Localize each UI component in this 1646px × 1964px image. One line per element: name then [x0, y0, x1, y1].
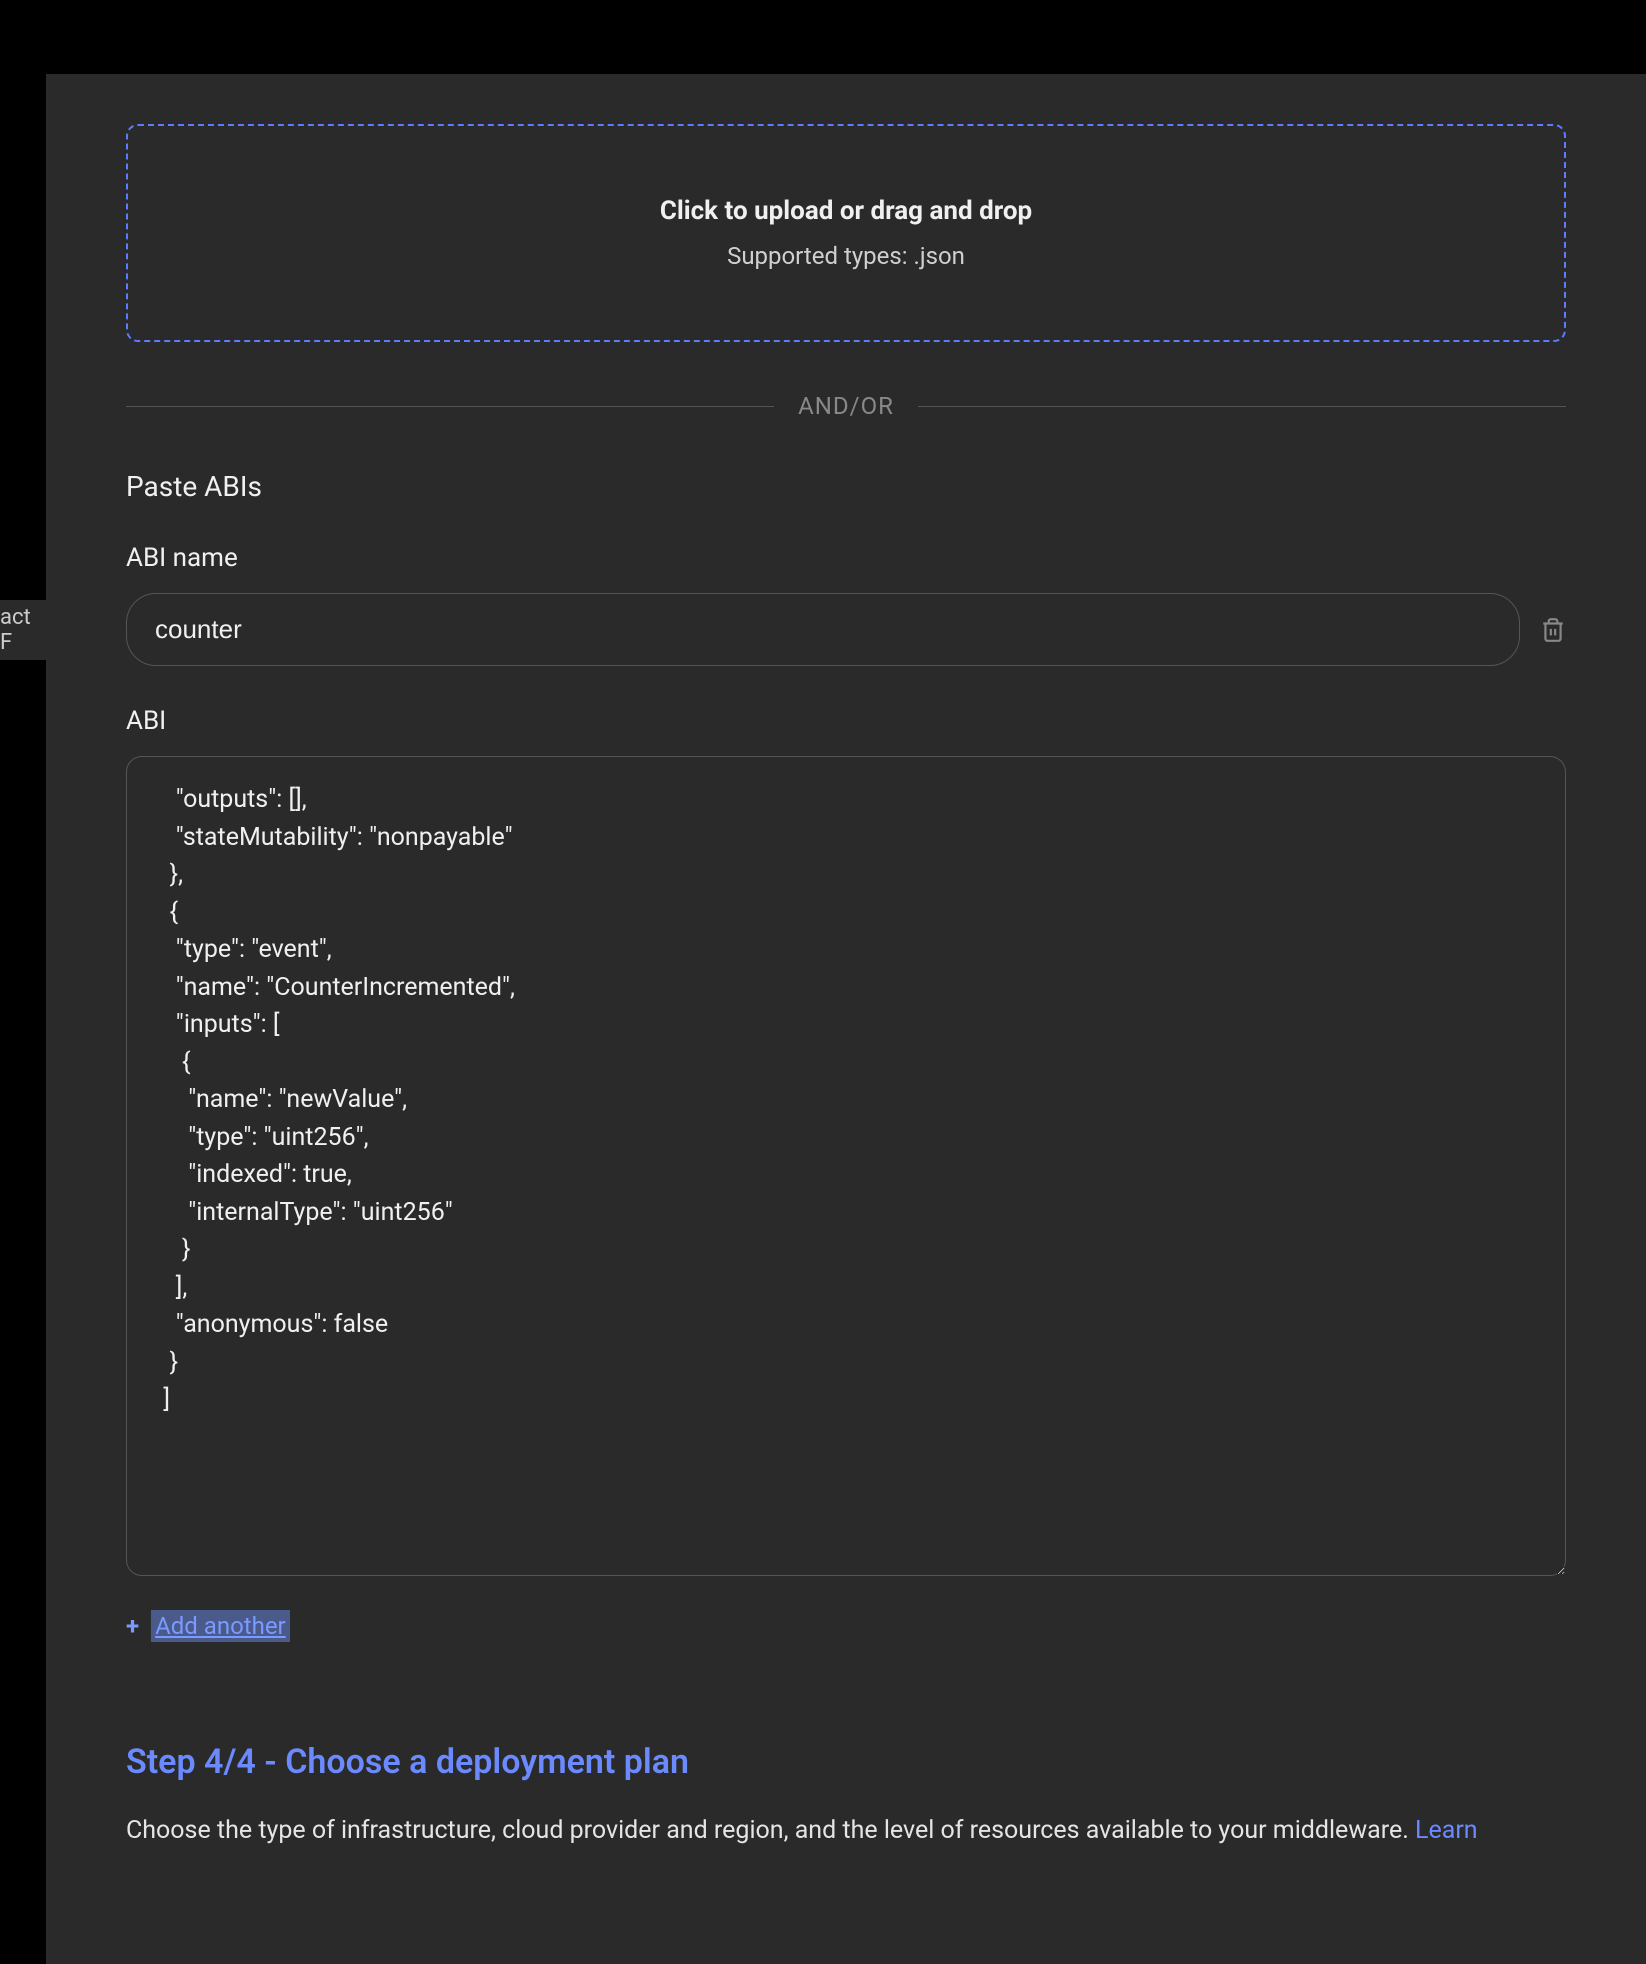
main-content: Click to upload or drag and drop Support…: [46, 0, 1646, 1964]
abi-name-input[interactable]: [126, 593, 1520, 666]
sidebar-partial-text: act F: [0, 605, 42, 655]
paste-abis-title: Paste ABIs: [126, 470, 1566, 503]
trash-icon[interactable]: [1540, 617, 1566, 643]
abi-name-label: ABI name: [126, 543, 1566, 573]
divider-line-left: [126, 406, 774, 407]
divider-line-right: [918, 406, 1566, 407]
abi-textarea[interactable]: [126, 756, 1566, 1576]
divider-text: AND/OR: [774, 392, 918, 420]
upload-dropzone[interactable]: Click to upload or drag and drop Support…: [126, 124, 1566, 342]
sidebar-fragment: act F: [0, 600, 46, 660]
abi-name-row: [126, 593, 1566, 666]
upload-subtitle: Supported types: .json: [148, 242, 1544, 270]
abi-label: ABI: [126, 706, 1566, 736]
plus-icon: +: [126, 1612, 139, 1640]
divider: AND/OR: [126, 392, 1566, 420]
step-4-description-text: Choose the type of infrastructure, cloud…: [126, 1816, 1415, 1845]
add-another-label: Add another: [151, 1610, 290, 1642]
step-4-heading: Step 4/4 - Choose a deployment plan: [126, 1742, 1566, 1782]
top-bar: [46, 0, 1646, 74]
add-another-button[interactable]: + Add another: [126, 1610, 290, 1642]
learn-link[interactable]: Learn: [1415, 1816, 1478, 1845]
upload-title: Click to upload or drag and drop: [148, 196, 1544, 226]
step-4-description: Choose the type of infrastructure, cloud…: [126, 1812, 1566, 1850]
